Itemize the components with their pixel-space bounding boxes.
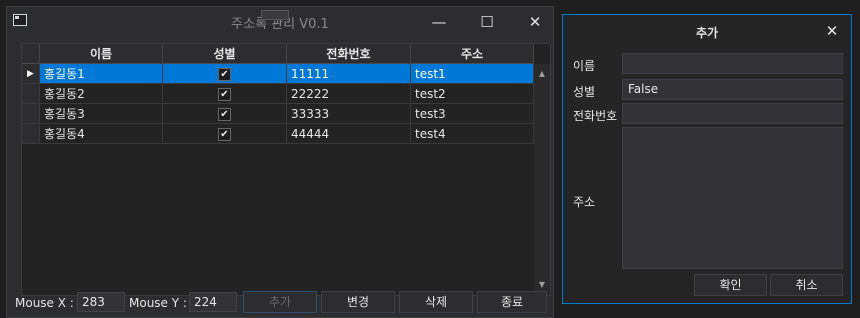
- delete-button[interactable]: 삭제: [399, 291, 473, 313]
- column-header-name[interactable]: 이름: [40, 44, 163, 64]
- row-header-corner: [22, 44, 40, 64]
- add-button[interactable]: 추가: [243, 291, 317, 313]
- cell-address[interactable]: test2: [411, 84, 534, 104]
- table-row[interactable]: 홍길동3 ✔ 33333 test3: [22, 104, 534, 124]
- add-dialog: 추가 ✕ 이름 성별 False 전화번호 주소 확인 취소: [562, 14, 852, 304]
- cell-name[interactable]: 홍길동4: [40, 124, 163, 144]
- cell-phone[interactable]: 11111: [287, 64, 411, 84]
- cell-phone[interactable]: 33333: [287, 104, 411, 124]
- row-header[interactable]: [22, 124, 40, 144]
- dialog-gender-label: 성별: [573, 85, 596, 99]
- ok-button[interactable]: 확인: [694, 274, 767, 296]
- maximize-button[interactable]: ☐: [467, 11, 507, 33]
- main-window: 주소록 관리 V0.1 — ☐ ✕ 이름 성별 전화번호 주소 ▲ ▼ ▶ 홍길동…: [6, 6, 554, 318]
- dialog-address-field[interactable]: [622, 127, 843, 269]
- cell-address[interactable]: test1: [411, 64, 534, 84]
- title-overlay-handle[interactable]: [261, 10, 289, 20]
- mouse-y-label: Mouse Y :: [129, 296, 187, 310]
- table-row[interactable]: ▶ 홍길동1 ✔ 11111 test1: [22, 64, 534, 84]
- table-row[interactable]: 홍길동4 ✔ 44444 test4: [22, 124, 534, 144]
- dialog-name-field[interactable]: [622, 53, 843, 74]
- cancel-button[interactable]: 취소: [770, 274, 843, 296]
- gender-checkbox[interactable]: ✔: [218, 108, 231, 121]
- row-header[interactable]: ▶: [22, 64, 40, 84]
- column-header-gender[interactable]: 성별: [163, 44, 287, 64]
- row-indicator-icon: ▶: [27, 69, 34, 79]
- dialog-phone-label: 전화번호: [573, 109, 618, 123]
- column-header-phone[interactable]: 전화번호: [287, 44, 411, 64]
- cell-gender[interactable]: ✔: [163, 124, 287, 144]
- gender-checkbox[interactable]: ✔: [218, 128, 231, 141]
- column-header-address[interactable]: 주소: [411, 44, 534, 64]
- cell-gender[interactable]: ✔: [163, 84, 287, 104]
- mouse-x-field[interactable]: 283: [77, 292, 125, 312]
- cell-gender[interactable]: ✔: [163, 104, 287, 124]
- exit-button[interactable]: 종료: [477, 291, 547, 313]
- dialog-close-icon[interactable]: ✕: [819, 20, 845, 42]
- gender-checkbox[interactable]: ✔: [218, 68, 231, 81]
- contacts-grid[interactable]: 이름 성별 전화번호 주소 ▲ ▼ ▶ 홍길동1 ✔ 11111 test1 홍길동2 ✔ 2…: [21, 43, 551, 296]
- cell-name[interactable]: 홍길동3: [40, 104, 163, 124]
- scroll-up-icon[interactable]: ▲: [534, 66, 550, 82]
- dialog-phone-field[interactable]: [622, 103, 843, 124]
- mouse-y-field[interactable]: 224: [189, 292, 237, 312]
- row-header[interactable]: [22, 84, 40, 104]
- cell-address[interactable]: test4: [411, 124, 534, 144]
- table-row[interactable]: 홍길동2 ✔ 22222 test2: [22, 84, 534, 104]
- edit-button[interactable]: 변경: [321, 291, 395, 313]
- cell-gender[interactable]: ✔: [163, 64, 287, 84]
- row-header[interactable]: [22, 104, 40, 124]
- mouse-x-label: Mouse X :: [15, 296, 74, 310]
- vertical-scrollbar[interactable]: ▲ ▼: [534, 64, 550, 295]
- gender-checkbox[interactable]: ✔: [218, 88, 231, 101]
- dialog-gender-field[interactable]: False: [622, 79, 843, 100]
- close-button[interactable]: ✕: [515, 11, 555, 33]
- cell-phone[interactable]: 44444: [287, 124, 411, 144]
- title-bar[interactable]: 주소록 관리 V0.1 — ☐ ✕: [7, 7, 553, 37]
- dialog-address-label: 주소: [573, 195, 596, 209]
- dialog-name-label: 이름: [573, 59, 596, 73]
- cell-name[interactable]: 홍길동2: [40, 84, 163, 104]
- cell-phone[interactable]: 22222: [287, 84, 411, 104]
- cell-address[interactable]: test3: [411, 104, 534, 124]
- minimize-button[interactable]: —: [419, 11, 459, 33]
- cell-name[interactable]: 홍길동1: [40, 64, 163, 84]
- dialog-title: 추가: [695, 26, 719, 40]
